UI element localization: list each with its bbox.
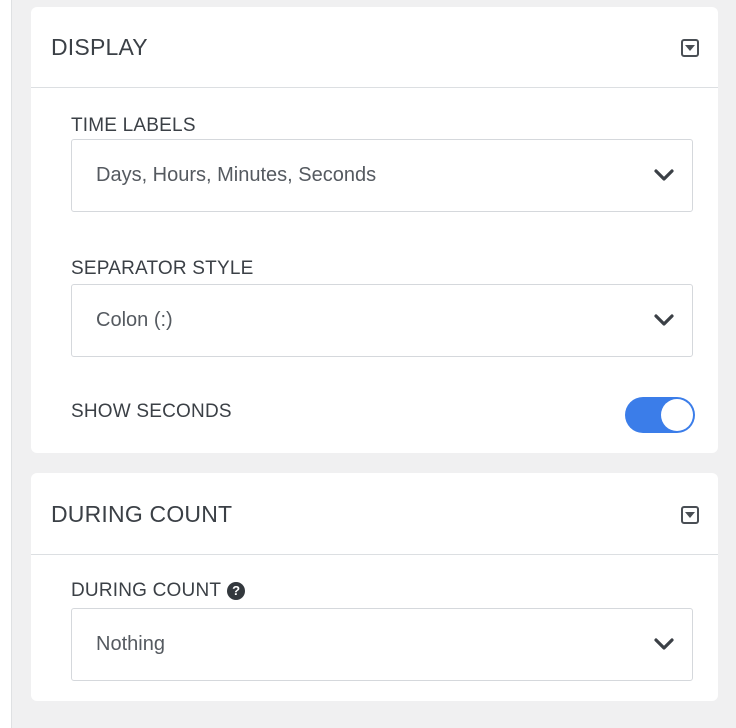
separator-style-value: Colon (:) [96, 309, 173, 331]
display-panel-title: DISPLAY [51, 34, 148, 60]
time-labels-value: Days, Hours, Minutes, Seconds [96, 164, 377, 186]
show-seconds-label: SHOW SECONDS [71, 401, 232, 422]
separator-style-label-text: SEPARATOR STYLE [71, 258, 254, 279]
display-panel-header[interactable]: DISPLAY [31, 7, 718, 88]
chevron-down-icon [654, 314, 674, 326]
separator-style-select[interactable]: Colon (:) [71, 284, 693, 357]
toggle-knob [661, 399, 693, 431]
during-count-panel-title: DURING COUNT [51, 501, 233, 527]
chevron-down-icon [654, 169, 674, 181]
during-count-value: Nothing [96, 633, 165, 655]
during-count-panel: DURING COUNT DURING COUNT ? Nothing [31, 473, 718, 701]
collapse-icon[interactable] [681, 506, 699, 524]
time-labels-label: TIME LABELS [71, 115, 196, 137]
help-icon[interactable]: ? [227, 582, 246, 600]
display-panel: DISPLAY TIME LABELS Days, Hours, Minutes… [31, 7, 718, 453]
during-count-label-text: DURING COUNT [71, 580, 222, 601]
collapse-icon[interactable] [681, 39, 699, 57]
chevron-down-icon [654, 638, 674, 650]
during-count-select[interactable]: Nothing [71, 608, 693, 681]
separator-style-label: SEPARATOR STYLE [71, 258, 254, 280]
show-seconds-toggle[interactable] [625, 397, 695, 433]
during-count-label: DURING COUNT ? [71, 580, 246, 602]
left-rail [0, 0, 12, 728]
time-labels-label-text: TIME LABELS [71, 115, 196, 136]
during-count-panel-header[interactable]: DURING COUNT [31, 473, 718, 555]
time-labels-select[interactable]: Days, Hours, Minutes, Seconds [71, 139, 693, 212]
